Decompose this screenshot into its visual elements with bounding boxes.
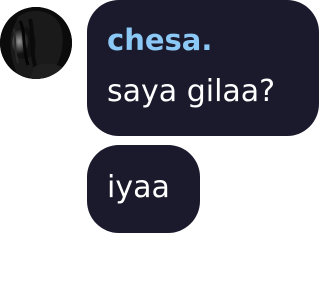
message-bubble[interactable]: iyaa <box>87 145 200 233</box>
message-author[interactable]: chesa. <box>107 23 212 57</box>
chat-thread: chesa. saya gilaa? iyaa <box>0 0 320 288</box>
avatar[interactable] <box>0 7 72 79</box>
message-text: iyaa <box>107 170 170 205</box>
message-bubble[interactable]: chesa. saya gilaa? <box>87 0 319 136</box>
person-silhouette-icon <box>0 7 72 79</box>
message-text: saya gilaa? <box>107 74 276 109</box>
